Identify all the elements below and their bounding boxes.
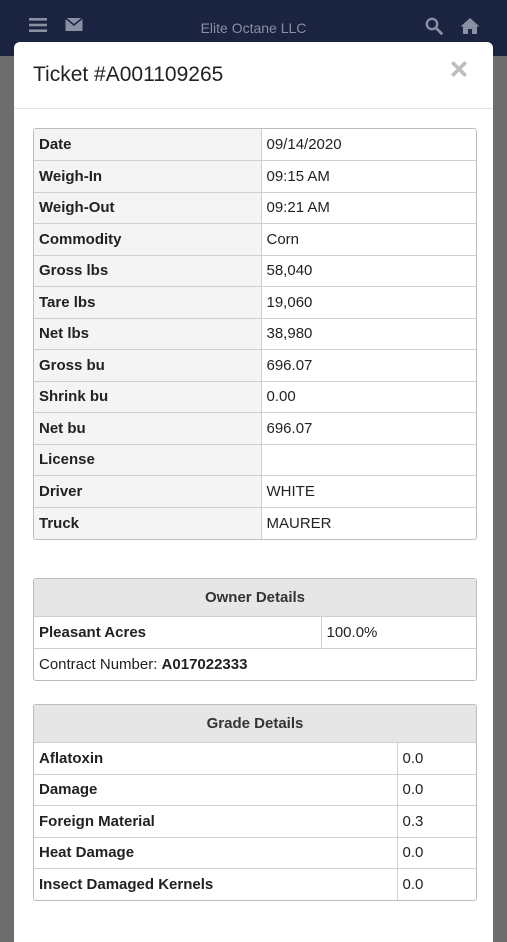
ticket-row: Gross bu 696.07 [34, 349, 476, 382]
ticket-row-value: 09/14/2020 [260, 129, 476, 161]
search-icon[interactable] [425, 17, 443, 40]
ticket-row: Weigh-Out 09:21 AM [34, 191, 476, 224]
ticket-row: Net bu 696.07 [34, 412, 476, 445]
grade-row-label: Heat Damage [34, 836, 398, 869]
ticket-row-label: Commodity [34, 223, 262, 256]
grade-row-value: 0.0 [396, 868, 476, 900]
grade-row: Heat Damage 0.0 [34, 836, 476, 869]
home-icon[interactable] [460, 17, 480, 40]
ticket-modal: Ticket #A001109265 Date 09/14/2020 Weigh-I… [14, 42, 493, 942]
ticket-row: Date 09/14/2020 [34, 129, 476, 161]
ticket-row-value: 696.07 [260, 349, 476, 382]
grade-row-label: Damage [34, 773, 398, 806]
ticket-row-value: MAURER [260, 506, 476, 539]
owner-details-heading: Owner Details [34, 579, 476, 617]
ticket-row: Gross lbs 58,040 [34, 254, 476, 287]
modal-header: Ticket #A001109265 [14, 42, 493, 109]
grade-row-value: 0.0 [396, 836, 476, 869]
grade-details-heading: Grade Details [34, 705, 476, 743]
ticket-row-value: WHITE [260, 475, 476, 508]
ticket-row-value: 0.00 [260, 380, 476, 413]
ticket-row: Truck MAURER [34, 506, 476, 539]
grade-row: Aflatoxin 0.0 [34, 742, 476, 775]
grade-row: Insect Damaged Kernels 0.0 [34, 868, 476, 900]
grade-row: Foreign Material 0.3 [34, 805, 476, 838]
ticket-row-value: 38,980 [260, 317, 476, 350]
ticket-row-value: 09:15 AM [260, 160, 476, 193]
ticket-row: Driver WHITE [34, 475, 476, 508]
grade-row-value: 0.0 [396, 742, 476, 775]
grade-row-value: 0.0 [396, 773, 476, 806]
ticket-row-label: Tare lbs [34, 286, 262, 319]
ticket-row: Commodity Corn [34, 223, 476, 256]
contract-number-row: Contract Number: A017022333 [34, 647, 476, 680]
ticket-row: Shrink bu 0.00 [34, 380, 476, 413]
grade-row: Damage 0.0 [34, 773, 476, 806]
ticket-row: Weigh-In 09:15 AM [34, 160, 476, 193]
grade-details-table: Grade Details Aflatoxin 0.0 Damage 0.0 Forei… [33, 704, 477, 901]
contract-number-value: A017022333 [161, 655, 248, 673]
ticket-row-label: Gross bu [34, 349, 262, 382]
ticket-details-table: Date 09/14/2020 Weigh-In 09:15 AM Weigh-Out 0… [33, 128, 477, 540]
ticket-row-label: Shrink bu [34, 380, 262, 413]
ticket-row: License [34, 443, 476, 476]
ticket-row-value: 58,040 [260, 254, 476, 287]
owner-percent: 100.0% [320, 616, 476, 649]
ticket-row-label: Weigh-In [34, 160, 262, 193]
ticket-row: Tare lbs 19,060 [34, 286, 476, 319]
ticket-row-label: Date [34, 129, 262, 161]
ticket-row-label: Weigh-Out [34, 191, 262, 224]
ticket-row-label: Gross lbs [34, 254, 262, 287]
grade-row-value: 0.3 [396, 805, 476, 838]
ticket-row-value [260, 443, 476, 476]
ticket-row-label: Net lbs [34, 317, 262, 350]
owner-details-table: Owner Details Pleasant Acres 100.0% Cont… [33, 578, 477, 681]
grade-row-label: Foreign Material [34, 805, 398, 838]
owner-name: Pleasant Acres [34, 616, 322, 649]
grade-row-label: Insect Damaged Kernels [34, 868, 398, 900]
ticket-row-value: 09:21 AM [260, 191, 476, 224]
grade-row-label: Aflatoxin [34, 742, 398, 775]
modal-title: Ticket #A001109265 [33, 63, 224, 86]
ticket-row-label: Truck [34, 506, 262, 539]
close-icon [451, 61, 467, 77]
ticket-row-label: License [34, 443, 262, 476]
ticket-row-value: Corn [260, 223, 476, 256]
ticket-row-value: 696.07 [260, 412, 476, 445]
ticket-row: Net lbs 38,980 [34, 317, 476, 350]
ticket-row-label: Driver [34, 475, 262, 508]
contract-number-label: Contract Number: [39, 655, 162, 673]
ticket-row-value: 19,060 [260, 286, 476, 319]
close-button[interactable] [447, 57, 475, 85]
ticket-row-label: Net bu [34, 412, 262, 445]
